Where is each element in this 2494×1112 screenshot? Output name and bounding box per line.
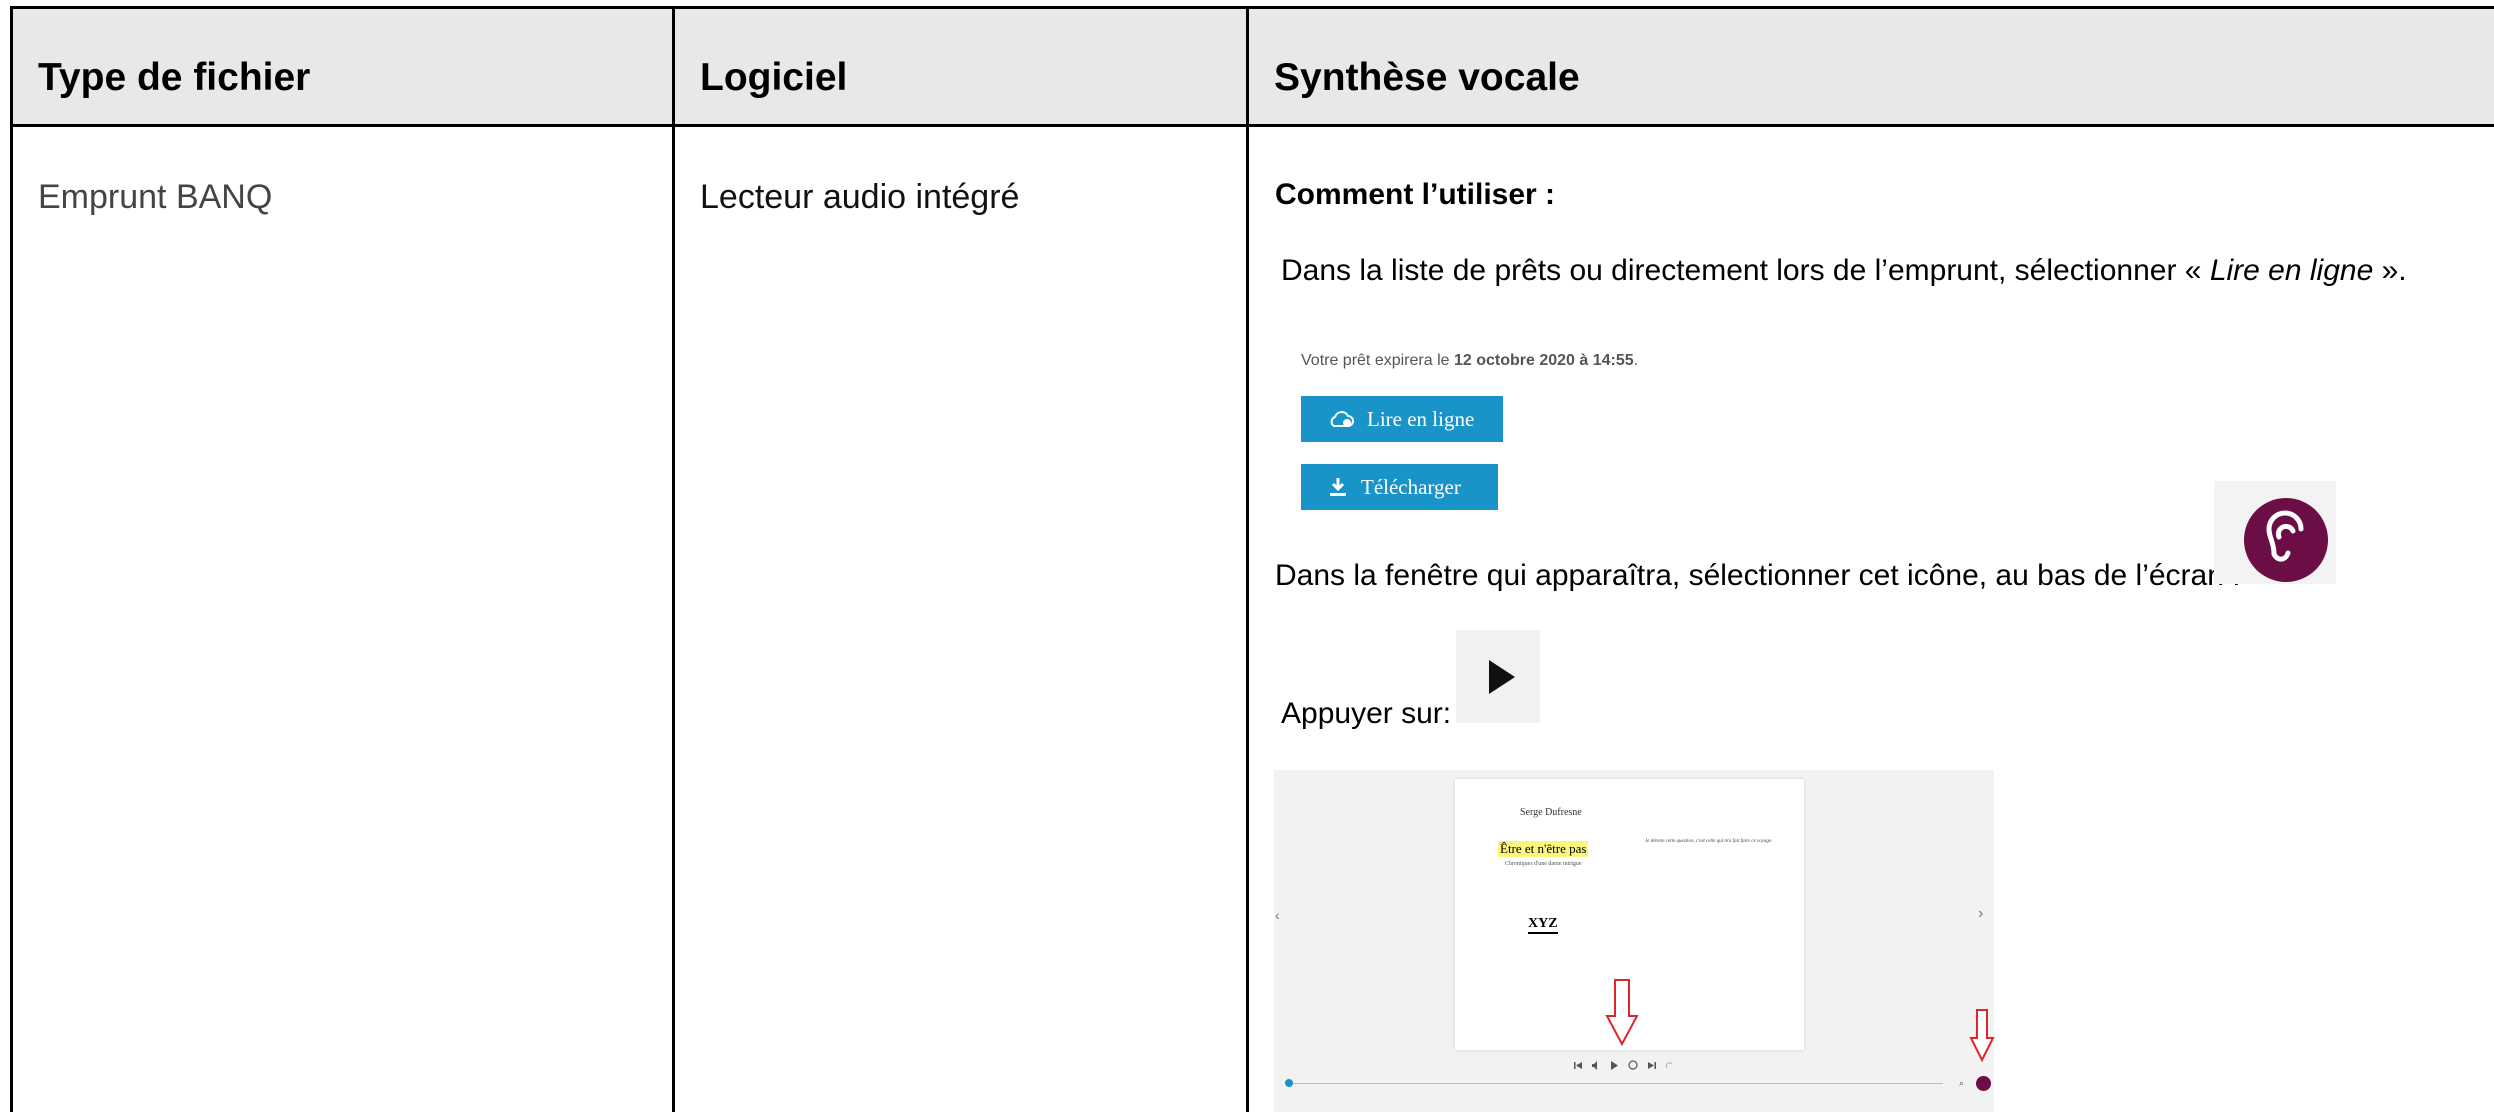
reader-progress-bar[interactable] <box>1287 1083 1943 1084</box>
step1-before: Dans la liste de prêts ou directement lo… <box>1281 254 2210 287</box>
play-icon-sample <box>1456 630 1540 723</box>
column-divider-2 <box>1246 6 1249 1112</box>
column-divider-1 <box>672 6 675 1112</box>
step1-text: Dans la liste de prêts ou directement lo… <box>1281 254 2407 288</box>
reader-ear-icon[interactable] <box>1976 1076 1991 1091</box>
reader-publisher-logo: XYZ <box>1528 916 1558 934</box>
step2-text: Dans la fenêtre qui apparaîtra, sélectio… <box>1275 559 2241 592</box>
play-icon <box>1489 660 1515 694</box>
howto-title: Comment l’utiliser : <box>1275 178 1556 211</box>
reader-book-subtitle: Chroniques d'une dame intrigue <box>1505 861 1582 867</box>
loan-expiry-note: Votre prêt expirera le 12 octobre 2020 à… <box>1301 352 1638 370</box>
step1-after: ». <box>2373 254 2407 287</box>
read-online-button[interactable]: Lire en ligne <box>1301 396 1503 442</box>
cloud-read-icon <box>1330 411 1354 427</box>
header-tts: Synthèse vocale <box>1274 56 1580 99</box>
redo-icon[interactable] <box>1665 1061 1674 1070</box>
reader-playback-controls[interactable] <box>1574 1058 1686 1072</box>
table-left-border <box>10 6 13 1112</box>
table-header-row <box>10 6 2494 127</box>
cell-software: Lecteur audio intégré <box>700 178 1020 216</box>
cell-file-type: Emprunt BANQ <box>38 178 273 216</box>
reader-author: Serge Dufresne <box>1520 807 1582 818</box>
volume-icon[interactable] <box>1592 1060 1601 1070</box>
reader-epigraph: Je déteste cette question, c'est celle q… <box>1645 839 1773 844</box>
skip-forward-icon[interactable] <box>1647 1061 1656 1070</box>
download-label: Télécharger <box>1361 474 1461 499</box>
step3-text: Appuyer sur: <box>1281 697 1452 730</box>
download-button[interactable]: Télécharger <box>1301 464 1498 510</box>
reader-book-title: Être et n'être pas <box>1498 841 1589 857</box>
timer-icon[interactable] <box>1628 1060 1638 1070</box>
loan-note-after: . <box>1633 352 1639 369</box>
reader-prev-arrow[interactable]: ‹ <box>1275 907 1280 923</box>
loan-note-date: 12 octobre 2020 à 14:55 <box>1453 352 1634 369</box>
red-arrow-icon <box>1605 979 1639 1047</box>
reader-next-arrow[interactable]: › <box>1978 905 1983 923</box>
read-online-label: Lire en ligne <box>1367 406 1475 431</box>
header-software: Logiciel <box>700 56 848 99</box>
step1-emphasis: Lire en ligne <box>2209 254 2374 287</box>
download-icon <box>1330 478 1346 496</box>
red-arrow-icon <box>1969 1009 1995 1063</box>
reader-search-icon[interactable]: ⌕ <box>1959 1078 1964 1089</box>
reader-progress-knob[interactable] <box>1285 1079 1293 1087</box>
ear-icon <box>2244 498 2328 582</box>
skip-back-icon[interactable] <box>1574 1061 1583 1070</box>
small-play-icon[interactable] <box>1610 1060 1619 1070</box>
header-file-type: Type de fichier <box>38 56 311 99</box>
loan-note-before: Votre prêt expirera le <box>1301 352 1454 369</box>
